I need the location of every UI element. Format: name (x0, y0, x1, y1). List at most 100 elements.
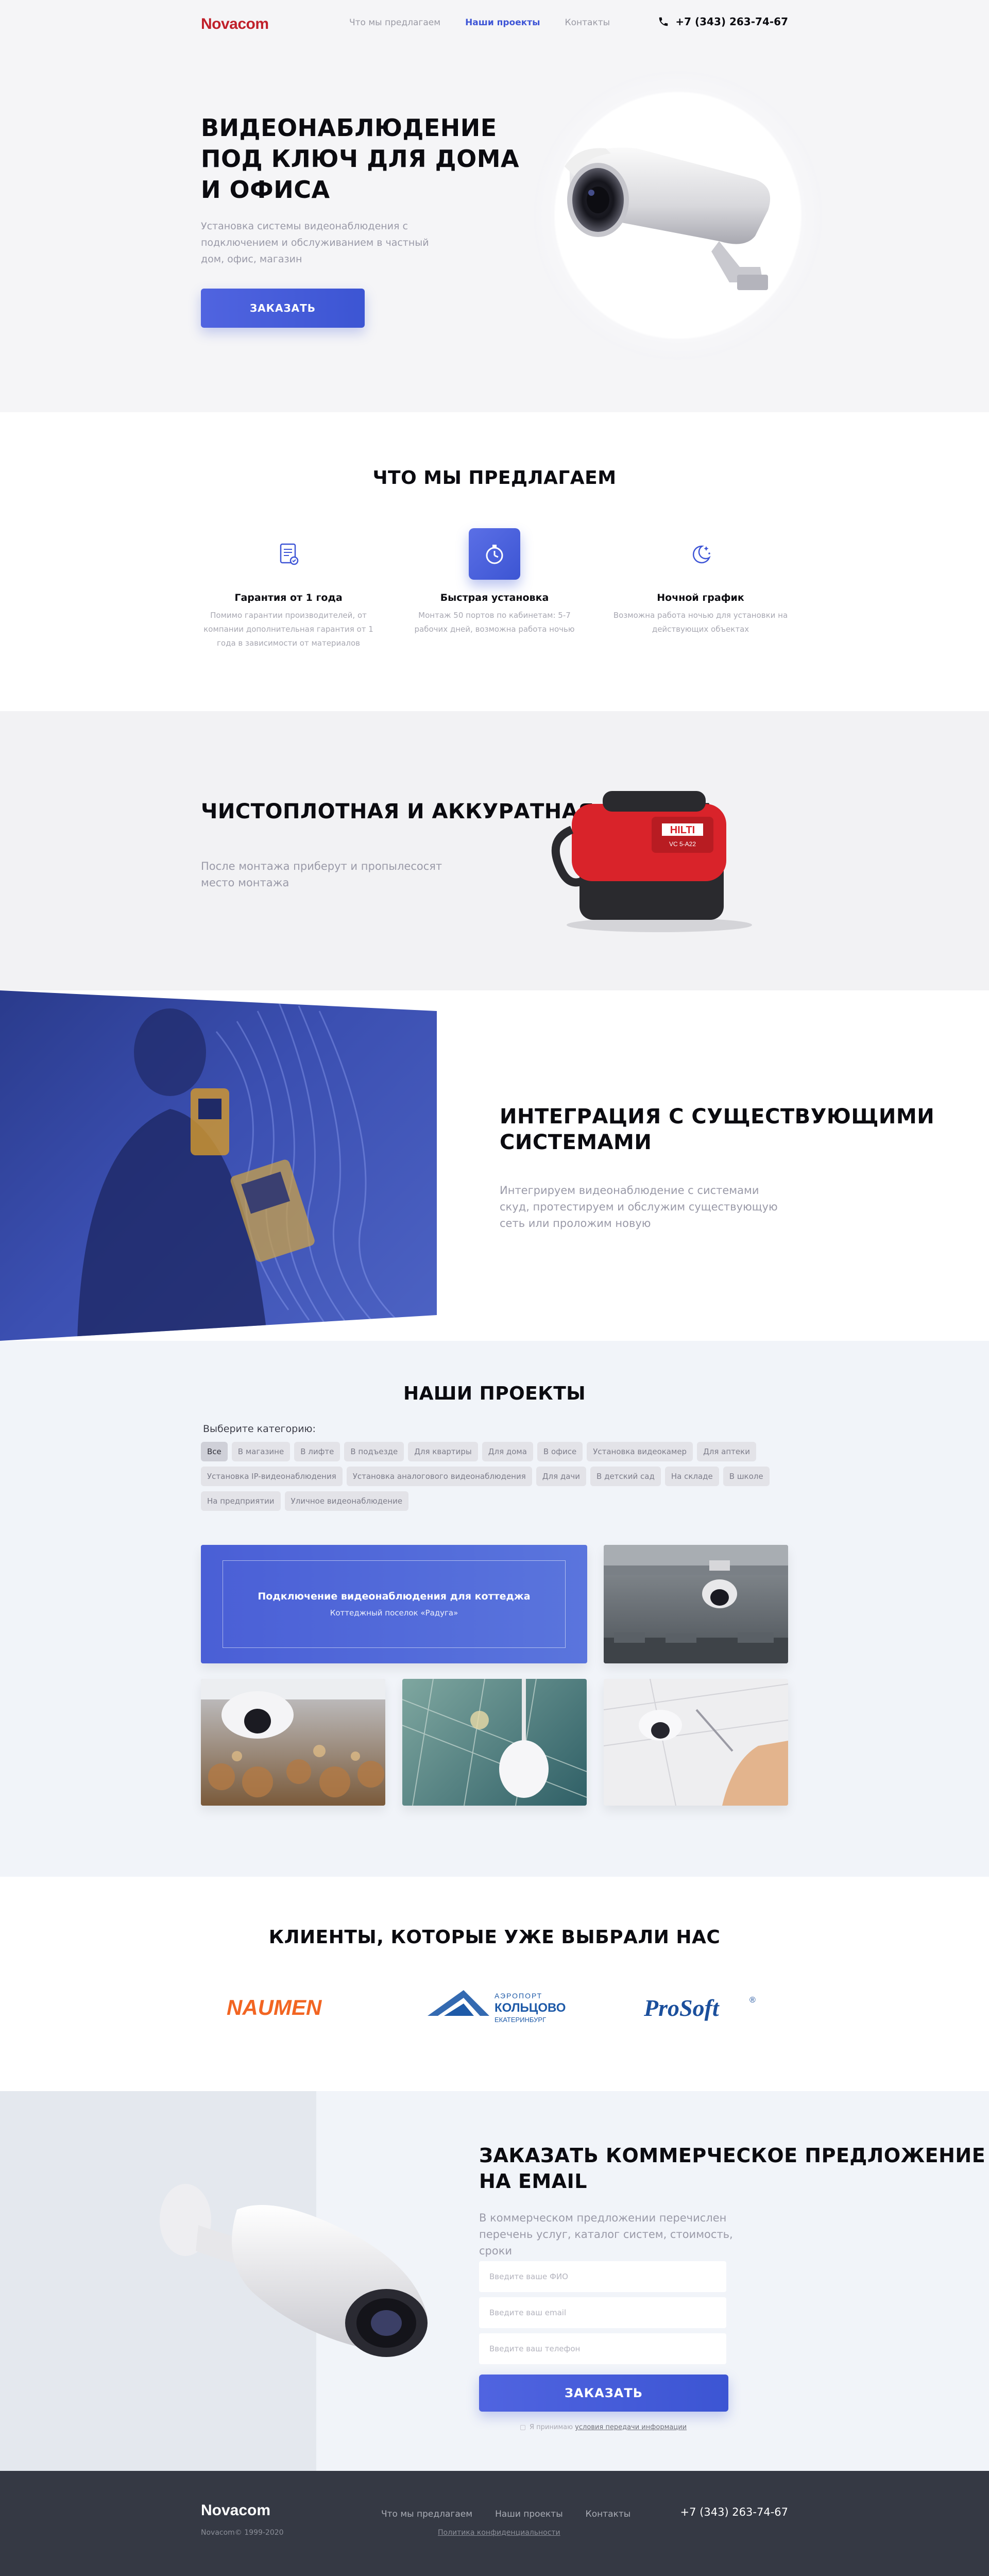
category-label: Выберите категорию: (203, 1423, 316, 1435)
street-camera-image (402, 1679, 587, 1806)
vacuum-cleaner-image: HILTI VC 5-A22 (551, 791, 752, 932)
category-tag[interactable]: В школе (723, 1467, 770, 1486)
privacy-policy-link[interactable]: Политика конфиденциальности (438, 2529, 560, 2537)
project-tile-featured[interactable]: Подключение видеонаблюдения для коттеджа… (201, 1545, 587, 1663)
dome-camera-crowd-image (201, 1679, 385, 1797)
category-tag[interactable]: Установка IP-видеонаблюдения (201, 1467, 343, 1486)
clients-section: Клиенты, которые уже выбрали нас NAUMEN … (0, 1877, 989, 2091)
nav-projects[interactable]: Наши проекты (465, 18, 540, 28)
client-logo-koltsovo: АЭРОПОРТ КОЛЬЦОВО ЕКАТЕРИНБУРГ (428, 1990, 566, 2024)
outdoor-camera-image (160, 2184, 428, 2357)
client-logo-prosoft: ProSoft ® (644, 1995, 756, 2021)
footer-phone[interactable]: +7 (343) 263-74-67 (680, 2506, 788, 2518)
agree-text: Я принимаю (530, 2423, 575, 2431)
project-subtitle: Коттеджный поселок «Радуга» (330, 1608, 458, 1618)
category-tag[interactable]: В подъезде (344, 1442, 404, 1461)
category-tag[interactable]: Установка аналогового видеонаблюдения (346, 1467, 532, 1486)
koltsovo-line2: КОЛЬЦОВО (494, 2001, 566, 2015)
parking-camera-image (604, 1545, 788, 1663)
offer-text: Монтаж 50 портов по кабинетам: 5-7 рабоч… (414, 611, 575, 634)
header-phone[interactable]: +7 (343) 263-74-67 (658, 15, 788, 28)
agree-link[interactable]: условия передачи информации (575, 2423, 687, 2431)
category-tag[interactable]: В детский сад (590, 1467, 661, 1486)
site-footer: Novacom Novacom© 1999-2020 Что мы предла… (0, 2471, 989, 2576)
project-tile-building[interactable] (402, 1679, 587, 1806)
hero-title: Видеонаблюдение под ключ для дома и офис… (201, 114, 520, 204)
phone-icon (659, 17, 668, 26)
category-tag[interactable]: Все (201, 1442, 228, 1461)
document-check-icon (263, 528, 314, 580)
project-tile-parking[interactable] (604, 1545, 788, 1663)
project-title: Подключение видеонаблюдения для коттеджа (258, 1591, 531, 1602)
logo-text: Novacom (201, 15, 269, 32)
category-tag[interactable]: Уличное видеонаблюдение (284, 1491, 409, 1511)
project-tile-mall[interactable] (201, 1679, 385, 1806)
category-tag[interactable]: Установка видеокамер (587, 1442, 693, 1461)
nav-offers[interactable]: Что мы предлагаем (349, 18, 440, 28)
category-tag[interactable]: В офисе (537, 1442, 583, 1461)
prosoft-registered-mark: ® (749, 1996, 756, 2005)
category-tag[interactable]: Для аптеки (697, 1442, 756, 1461)
category-tag[interactable]: На предприятии (201, 1491, 281, 1511)
order-submit-button[interactable]: ЗАКАЗАТЬ (479, 2375, 728, 2412)
phone-input[interactable]: Введите ваш телефон (479, 2333, 726, 2364)
main-nav: Что мы предлагаем Наши проекты Контакты (349, 18, 610, 28)
offer-title: Гарантия от 1 года (234, 592, 343, 603)
project-tile-frame: Подключение видеонаблюдения для коттеджа… (223, 1560, 566, 1648)
project-tile-install[interactable] (604, 1679, 788, 1806)
category-tag[interactable]: Для дома (482, 1442, 533, 1461)
prosoft-logo-text: ProSoft (644, 1995, 720, 2021)
koltsovo-line3: ЕКАТЕРИНБУРГ (494, 2016, 546, 2024)
projects-section: Наши проекты Выберите категорию: Все В м… (0, 1341, 989, 1877)
vacuum-model: VC 5-A22 (669, 840, 696, 848)
category-tag[interactable]: Для квартиры (408, 1442, 478, 1461)
camera-install-image (604, 1679, 788, 1806)
name-input[interactable]: Введите ваше ФИО (479, 2261, 726, 2292)
site-header: Novacom Что мы предлагаем Наши проекты К… (0, 0, 989, 45)
footer-logo[interactable]: Novacom (201, 2502, 270, 2519)
offer-title: Ночной график (657, 592, 744, 603)
agree-checkbox-icon[interactable] (520, 2425, 525, 2430)
logo[interactable]: Novacom (201, 15, 269, 33)
order-title: Заказать коммерческое предложение на ema… (479, 2144, 986, 2193)
integration-lead: Интегрируем видеонаблюдение с системами … (500, 1184, 778, 1230)
naumen-logo-text: NAUMEN (227, 1995, 322, 2019)
footer-nav-offers[interactable]: Что мы предлагаем (381, 2509, 472, 2519)
offers-title: Что мы предлагаем (372, 467, 617, 489)
footer-nav-projects[interactable]: Наши проекты (495, 2509, 563, 2519)
category-tag[interactable]: В магазине (231, 1442, 291, 1461)
order-section: Заказать коммерческое предложение на ema… (0, 2091, 989, 2471)
category-tag[interactable]: На складе (664, 1467, 719, 1486)
offer-warranty: Гарантия от 1 года Помимо гарантии произ… (201, 528, 376, 650)
hero-lead: Установка системы видеонаблюдения с подк… (201, 221, 429, 265)
agreement-row: Я принимаю условия передачи информации (520, 2423, 687, 2431)
brigade-section: Чистоплотная и аккуратная бригада После … (0, 711, 989, 990)
email-input[interactable]: Введите ваш email (479, 2297, 726, 2328)
offer-night-schedule: Ночной график Возможна работа ночью для … (613, 528, 788, 636)
footer-nav-contacts[interactable]: Контакты (586, 2509, 631, 2519)
koltsovo-line1: АЭРОПОРТ (494, 1992, 542, 2000)
offer-fast-install: Быстрая установка Монтаж 50 портов по ка… (407, 528, 582, 636)
projects-title: Наши проекты (403, 1383, 586, 1404)
order-image-panel (0, 2091, 428, 2471)
order-lead: В коммерческом предложении перечислен пе… (479, 2212, 733, 2257)
integration-title: Интеграция с существующими системами (500, 1105, 935, 1154)
stopwatch-icon (469, 528, 520, 580)
client-logo-naumen: NAUMEN (227, 1995, 322, 2019)
category-tags: Все В магазине В лифте В подъезде Для кв… (201, 1442, 791, 1511)
offers-section: Что мы предлагаем Гарантия от 1 года Пом… (0, 412, 989, 711)
clients-title: Клиенты, которые уже выбрали нас (268, 1927, 721, 1948)
nav-contacts[interactable]: Контакты (565, 18, 610, 28)
category-tag[interactable]: В лифте (294, 1442, 340, 1461)
category-tag[interactable]: Для дачи (536, 1467, 587, 1486)
footer-nav: Что мы предлагаем Наши проекты Контакты (381, 2509, 630, 2519)
hero-order-button[interactable]: ЗАКАЗАТЬ (201, 289, 365, 328)
bullet-camera-icon (565, 147, 771, 290)
hero-camera-illustration (534, 71, 822, 360)
offer-text: Возможна работа ночью для установки на д… (613, 611, 788, 634)
phone-number: +7 (343) 263-74-67 (675, 15, 788, 28)
vacuum-brand: HILTI (670, 824, 695, 836)
offer-text: Помимо гарантии производителей, от компа… (203, 611, 373, 648)
offer-title: Быстрая установка (440, 592, 549, 603)
footer-copyright: Novacom© 1999-2020 (201, 2529, 284, 2537)
